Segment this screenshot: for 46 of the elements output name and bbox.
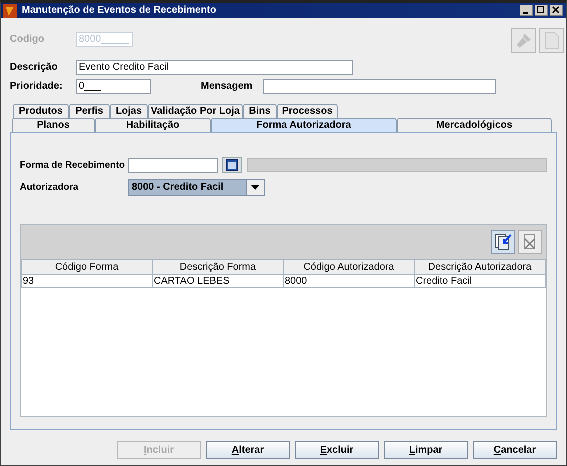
action-button[interactable]: Limpar [384,441,468,459]
input-field[interactable]: 0___ [76,79,151,94]
tab[interactable]: Bins [243,104,277,118]
input-field[interactable] [263,79,496,94]
minimize-button[interactable] [520,5,533,16]
tab[interactable]: Forma Autorizadora [211,118,397,132]
caret-icon [251,184,260,190]
flashlight-icon [516,32,532,48]
table-cell: Credito Facil [414,274,546,288]
tab[interactable]: Habilitação [95,118,211,132]
lookup-button[interactable] [222,157,242,173]
column-header[interactable]: Descrição Forma [152,260,284,274]
column-header[interactable]: Código Autorizadora [284,260,414,274]
tab[interactable]: Perfis [69,104,110,118]
tab[interactable]: Lojas [110,104,148,118]
calendar-icon [226,159,238,171]
input-field[interactable]: Evento Credito Facil [76,60,353,75]
document-delete-icon [522,233,538,251]
close-button[interactable] [550,5,563,16]
action-button[interactable]: Cancelar [473,441,557,459]
table-cell: CARTAO LEBES [152,274,284,288]
tab[interactable]: Validação Por Loja [148,104,243,118]
tab[interactable]: Mercadológicos [397,118,552,132]
tab[interactable]: Processos [277,104,338,118]
field-label: Descrição [10,62,59,73]
field-label: Autorizadora [20,182,80,192]
action-button[interactable]: Excluir [295,441,379,459]
toolbar-button[interactable] [491,230,515,254]
field-label: Prioridade: [10,81,64,92]
column-header[interactable]: Código Forma [22,260,152,274]
window-title: Manutenção de Eventos de Recebimento [22,5,218,16]
field-label: Mensagem [201,81,254,92]
field-label: Codigo [10,34,46,45]
table-cell: 93 [22,274,152,288]
tab[interactable]: Produtos [13,104,69,118]
input-field[interactable] [128,158,218,172]
tab[interactable]: Planos [12,118,95,132]
document-icon [544,32,560,50]
maximize-button[interactable] [535,5,548,16]
field-label: Forma de Recebimento [20,160,126,170]
table-cell: 8000 [284,274,414,288]
dropdown[interactable]: 8000 - Credito Facil [128,178,265,196]
app-icon [3,4,17,18]
document-arrow-icon [494,233,512,251]
column-header[interactable]: Descrição Autorizadora [414,260,546,274]
action-button[interactable]: Alterar [206,441,290,459]
